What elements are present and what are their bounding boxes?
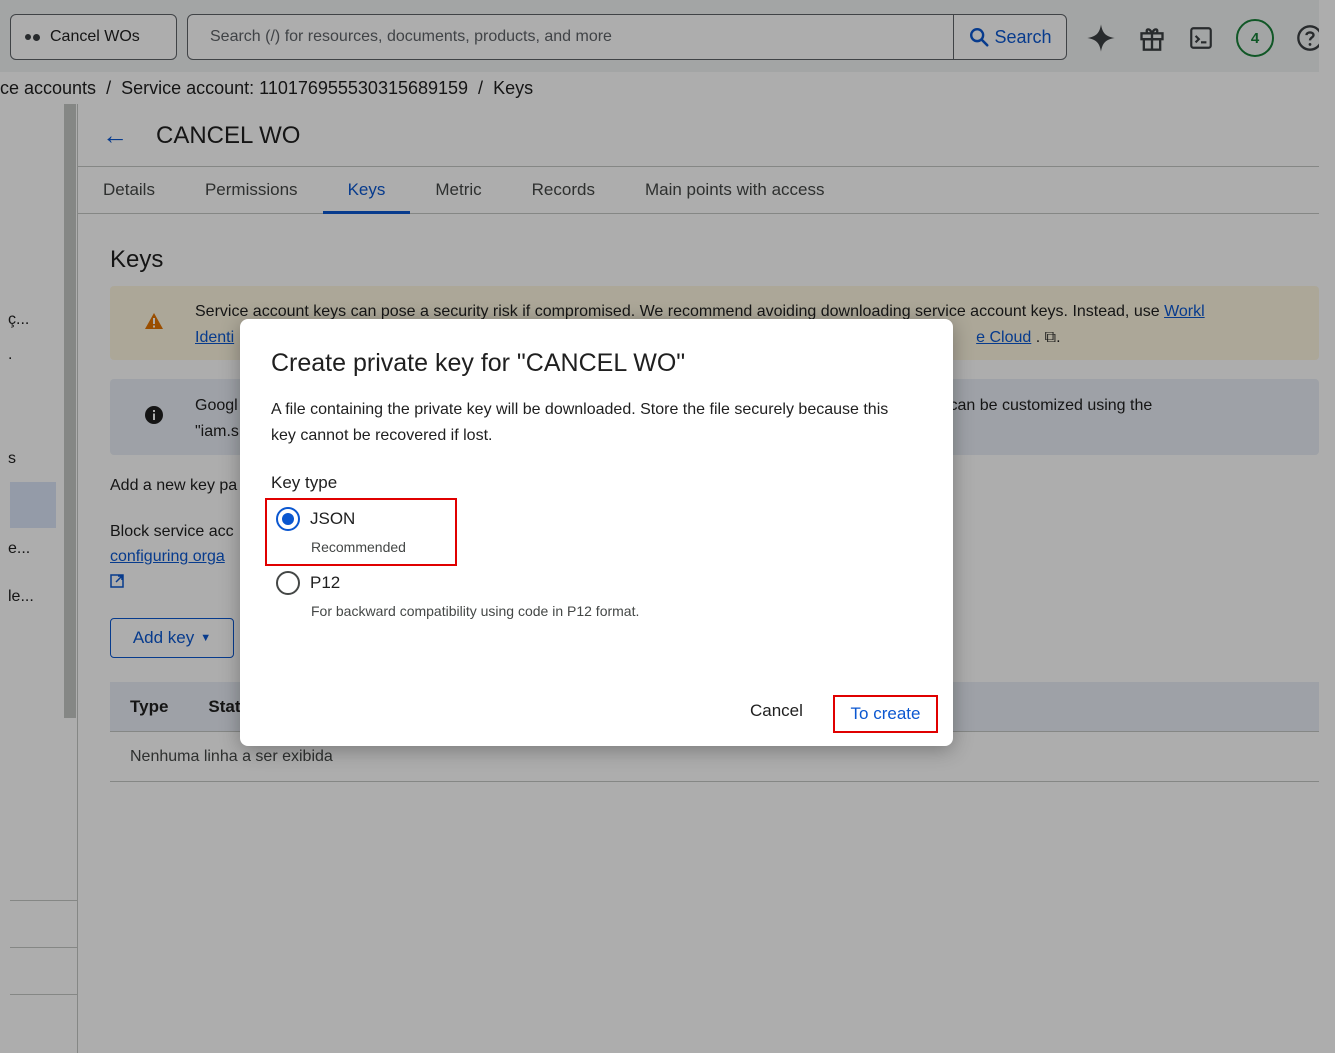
key-type-label: Key type xyxy=(271,473,338,492)
create-private-key-dialog: Create private key for "CANCEL WO" A fil… xyxy=(240,319,953,746)
radio-option-json[interactable]: JSON xyxy=(276,507,355,531)
radio-p12-label: P12 xyxy=(310,573,341,592)
create-button[interactable]: To create xyxy=(833,695,938,733)
radio-json[interactable] xyxy=(276,507,300,531)
radio-json-sublabel: Recommended xyxy=(311,539,406,555)
cancel-button[interactable]: Cancel xyxy=(750,701,803,721)
dialog-description: A file containing the private key will b… xyxy=(271,401,889,444)
radio-option-p12[interactable]: P12 xyxy=(276,571,340,595)
radio-p12[interactable] xyxy=(276,571,300,595)
dialog-title: Create private key for "CANCEL WO" xyxy=(271,349,686,377)
radio-json-label: JSON xyxy=(310,509,356,528)
radio-p12-sublabel: For backward compatibility using code in… xyxy=(311,603,640,619)
